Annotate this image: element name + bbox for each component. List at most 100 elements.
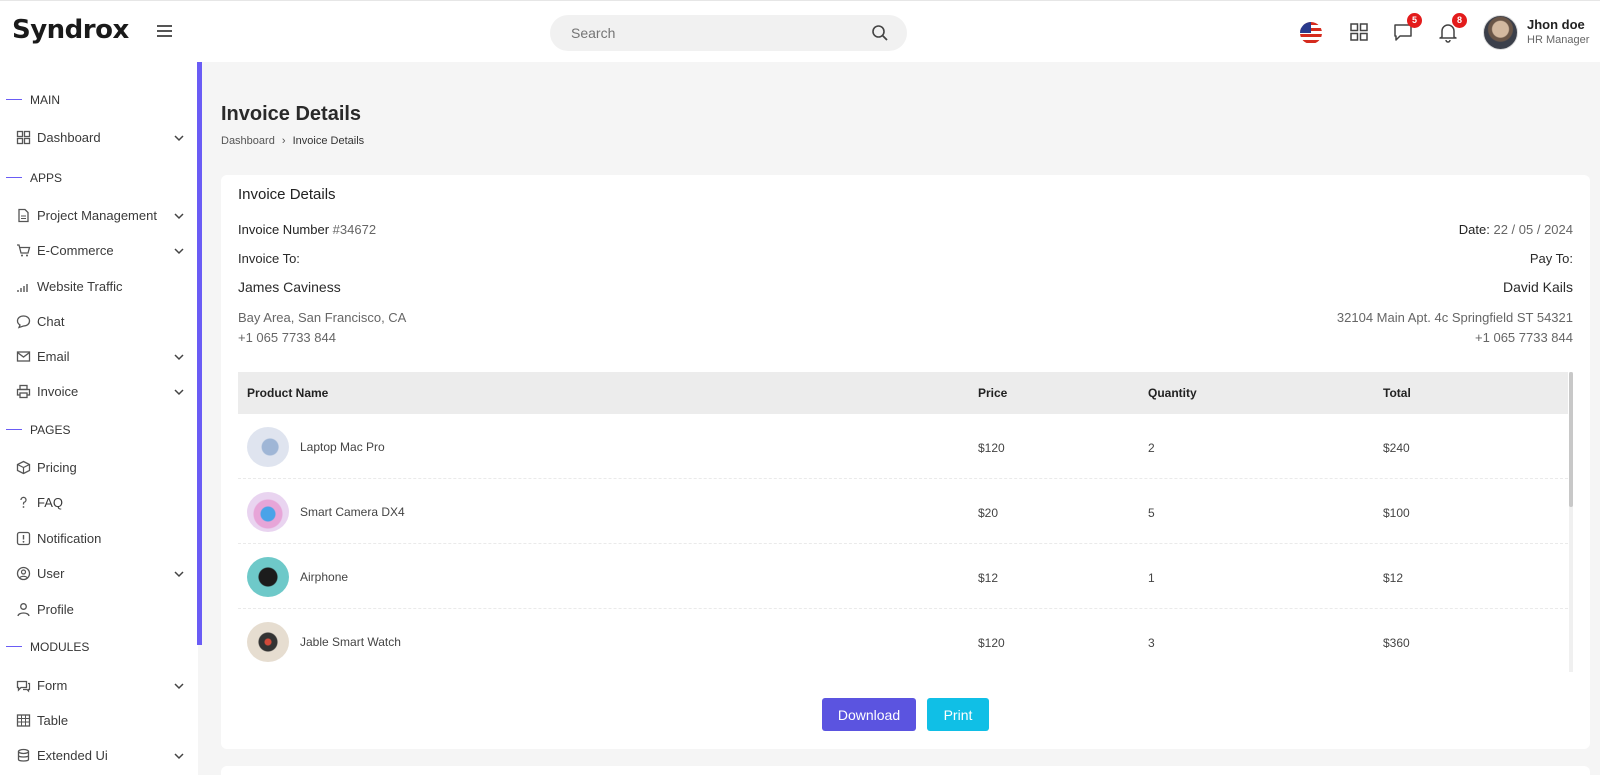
sidebar-item-label: Form: [37, 678, 68, 693]
product-price: $12: [978, 571, 999, 585]
pay-to-name: David Kails: [1502, 279, 1573, 295]
sidebar-item-extended-ui[interactable]: Extended Ui: [0, 743, 190, 769]
sidebar-item-label: Website Traffic: [37, 279, 123, 294]
products-table: Product Name Price Quantity Total Laptop…: [238, 372, 1573, 672]
search-input[interactable]: [571, 15, 851, 51]
column-header-quantity: Quantity: [1148, 386, 1197, 400]
chevron-down-icon: [174, 135, 184, 142]
product-total: $240: [1383, 441, 1410, 455]
invoice-to-name: James Caviness: [238, 279, 341, 295]
language-flag-icon[interactable]: [1300, 22, 1322, 44]
invoice-number: Invoice Number #34672: [238, 222, 376, 237]
chevron-down-icon: [174, 213, 184, 220]
product-name: Airphone: [300, 570, 349, 584]
top-header: Syndrox 5 8 Jhon doe HR Manager: [0, 0, 1600, 62]
sidebar-item-email[interactable]: Email: [0, 344, 190, 370]
table-row: Airphone $12 1 $12: [238, 544, 1568, 609]
sidebar-item-profile[interactable]: Profile: [0, 597, 190, 623]
invoice-date: Date: 22 / 05 / 2024: [1459, 222, 1573, 237]
sidebar-item-label: Dashboard: [37, 130, 101, 145]
product-quantity: 3: [1148, 636, 1155, 650]
chevron-down-icon: [174, 571, 184, 578]
alert-square-icon: [16, 531, 31, 546]
column-header-price: Price: [978, 386, 1008, 400]
product-quantity: 5: [1148, 506, 1155, 520]
person-icon: [17, 603, 30, 617]
pay-to-phone: +1 065 7733 844: [1475, 330, 1573, 345]
chevron-down-icon: [174, 683, 184, 690]
app-logo[interactable]: Syndrox: [12, 15, 129, 45]
breadcrumb-current: Invoice Details: [292, 135, 365, 147]
breadcrumb: Dashboard › Invoice Details: [221, 135, 364, 147]
download-button[interactable]: Download: [822, 698, 916, 731]
column-header-total: Total: [1383, 386, 1411, 400]
pay-to-label: Pay To:: [1529, 251, 1573, 266]
sidebar-item-label: Pricing: [37, 460, 77, 475]
sidebar-scrollbar[interactable]: [197, 62, 202, 645]
sidebar-item-form[interactable]: Form: [0, 673, 190, 699]
product-price: $120: [978, 441, 1005, 455]
product-total: $360: [1383, 636, 1410, 650]
invoice-number-value: #34672: [332, 222, 377, 237]
apps-grid-icon[interactable]: [1348, 21, 1370, 43]
earbuds-image: [247, 557, 289, 597]
sidebar-item-table[interactable]: Table: [0, 708, 190, 734]
search-icon[interactable]: [871, 24, 889, 42]
table-scrollbar[interactable]: [1569, 372, 1573, 672]
sidebar-item-label: Profile: [37, 602, 74, 617]
sidebar-item-label: E-Commerce: [37, 243, 114, 258]
messages-badge: 5: [1407, 13, 1422, 28]
camera-image: [247, 492, 289, 532]
secondary-card: [221, 766, 1590, 775]
database-icon: [17, 748, 30, 762]
sidebar-item-chat[interactable]: Chat: [0, 309, 190, 335]
sidebar-item-label: Extended Ui: [37, 748, 108, 763]
invoice-to-label: Invoice To:: [238, 251, 300, 266]
card-title: Invoice Details: [238, 186, 336, 203]
page-title: Invoice Details: [221, 103, 362, 125]
breadcrumb-home-link[interactable]: Dashboard: [221, 135, 275, 147]
sidebar-item-label: User: [37, 566, 65, 581]
table-scrollbar-thumb[interactable]: [1569, 372, 1573, 507]
question-icon: [20, 496, 27, 508]
messages-button[interactable]: 5: [1392, 13, 1422, 43]
cart-icon: [17, 244, 31, 257]
package-icon: [16, 460, 31, 475]
product-name: Jable Smart Watch: [300, 635, 401, 649]
product-name: Smart Camera DX4: [300, 505, 405, 519]
sidebar-item-dashboard[interactable]: Dashboard: [0, 125, 190, 151]
sidebar-item-invoice[interactable]: Invoice: [0, 379, 190, 405]
notifications-badge: 8: [1452, 13, 1467, 28]
invoice-date-label: Date:: [1458, 222, 1490, 237]
avatar[interactable]: [1483, 15, 1518, 50]
sidebar-item-pricing[interactable]: Pricing: [0, 455, 190, 481]
chevron-down-icon: [174, 248, 184, 255]
sidebar-item-faq[interactable]: FAQ: [0, 490, 190, 516]
user-name[interactable]: Jhon doe: [1527, 17, 1585, 32]
table-row: Laptop Mac Pro $120 2 $240: [238, 414, 1568, 479]
sidebar-item-project-management[interactable]: Project Management: [0, 203, 190, 229]
sidebar-item-notification[interactable]: Notification: [0, 526, 190, 552]
product-quantity: 1: [1148, 571, 1155, 585]
sidebar-item-label: Table: [37, 713, 69, 728]
signal-bars-icon: [17, 284, 28, 292]
sidebar-item-user[interactable]: User: [0, 561, 190, 587]
product-name: Laptop Mac Pro: [300, 440, 385, 454]
sidebar-item-label: Project Management: [37, 208, 157, 223]
user-circle-icon: [16, 566, 31, 581]
print-button[interactable]: Print: [927, 698, 989, 731]
invoice-number-label: Invoice Number: [238, 222, 330, 237]
sidebar-item-ecommerce[interactable]: E-Commerce: [0, 238, 190, 264]
printer-icon: [16, 384, 31, 399]
menu-toggle-icon[interactable]: [157, 25, 172, 37]
sidebar-item-website-traffic[interactable]: Website Traffic: [0, 274, 190, 300]
search-box: [550, 15, 907, 51]
notifications-button[interactable]: 8: [1437, 13, 1467, 43]
column-header-product: Product Name: [247, 386, 329, 400]
product-price: $20: [978, 506, 999, 520]
grid-icon: [16, 130, 31, 145]
sidebar: MAIN Dashboard APPS Project Management E…: [0, 62, 198, 775]
product-total: $100: [1383, 506, 1410, 520]
chevron-down-icon: [174, 389, 184, 396]
pay-to-address: 32104 Main Apt. 4c Springfield ST 54321: [1336, 310, 1573, 325]
